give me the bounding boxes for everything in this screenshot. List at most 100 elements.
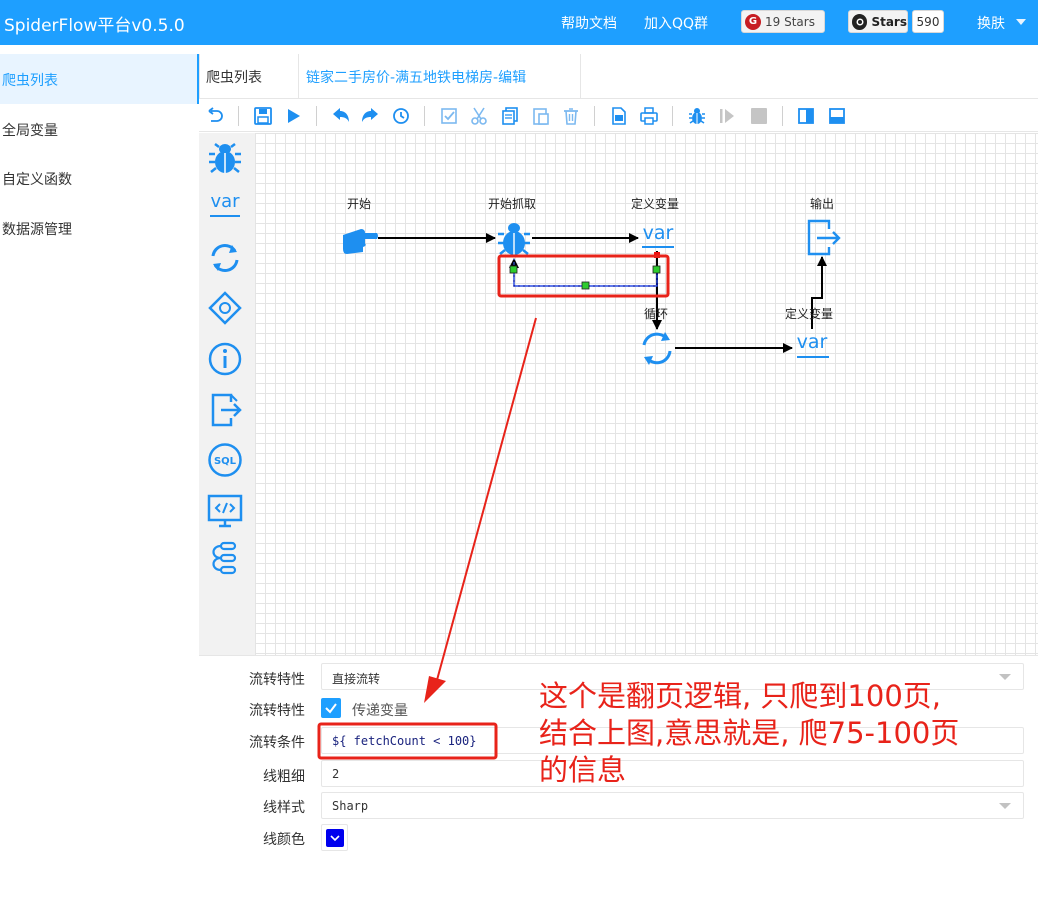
palette-condition[interactable] — [205, 288, 245, 328]
palette-variable[interactable]: var — [205, 185, 245, 225]
line-style-select[interactable]: Sharp — [321, 792, 1024, 819]
undo-arrow-icon[interactable] — [330, 105, 352, 127]
help-docs-link[interactable]: 帮助文档 — [561, 13, 617, 33]
tab-edit-spider[interactable]: 链家二手房价-满五地铁电梯房-编辑 — [306, 54, 581, 99]
sql-icon: SQL — [208, 443, 242, 477]
history-icon[interactable] — [390, 105, 412, 127]
brand-title[interactable]: SpiderFlow平台v0.5.0 — [4, 11, 185, 36]
cut-icon[interactable] — [468, 105, 490, 127]
palette-spider[interactable] — [205, 138, 245, 178]
pass-variable-checkbox[interactable] — [321, 698, 341, 718]
sidebar-item-datasource[interactable]: 数据源管理 — [0, 203, 199, 253]
print-icon[interactable] — [638, 105, 660, 127]
flow-canvas[interactable]: var var 开始 开始抓取 定义变量 输出 循环 定义变量 — [255, 133, 1038, 655]
select-all-icon[interactable] — [438, 105, 460, 127]
node-output[interactable] — [807, 219, 841, 256]
prop-label-condition: 流转条件 — [249, 735, 305, 751]
prop-label-line-width: 线粗细 — [263, 769, 305, 785]
github-stars-text: Stars — [871, 14, 907, 29]
join-qq-link[interactable]: 加入QQ群 — [644, 13, 708, 33]
toolbar-separator — [316, 106, 317, 126]
node-loop[interactable] — [642, 332, 672, 365]
spider-icon — [209, 143, 241, 173]
delete-icon[interactable] — [560, 105, 582, 127]
node-label-define-var: 定义变量 — [631, 197, 680, 211]
tab-label: 爬虫列表 — [206, 70, 262, 86]
variable-icon: var — [642, 222, 674, 248]
palette-output[interactable] — [205, 390, 245, 430]
palette-var-text: var — [210, 191, 240, 212]
toolbar-separator — [238, 106, 239, 126]
node-start[interactable] — [343, 229, 378, 254]
export-image-icon[interactable] — [608, 105, 630, 127]
sidebar-item-custom-functions[interactable]: 自定义函数 — [0, 153, 199, 203]
edge-handle[interactable] — [509, 265, 518, 274]
sidebar: 爬虫列表 全局变量 自定义函数 数据源管理 — [0, 54, 199, 905]
save-icon[interactable] — [252, 105, 274, 127]
gitee-stars-badge[interactable]: G 19 Stars — [741, 10, 825, 33]
annotation-note: 这个是翻页逻辑, 只爬到100页, 结合上图,意思就是, 爬75-100页 的信… — [539, 678, 1019, 789]
annotation-line: 结合上图,意思就是, 爬75-100页 — [539, 716, 960, 750]
gitee-stars-text: 19 Stars — [765, 14, 815, 29]
undo-icon[interactable] — [205, 105, 227, 127]
sidebar-item-label: 数据源管理 — [2, 222, 72, 238]
run-icon[interactable] — [282, 105, 304, 127]
palette-process[interactable] — [205, 538, 245, 578]
copy-icon[interactable] — [499, 105, 521, 127]
palette-loop[interactable] — [205, 238, 245, 278]
edge-handle[interactable] — [652, 265, 661, 274]
line-color-swatch — [325, 828, 344, 847]
redo-arrow-icon[interactable] — [359, 105, 381, 127]
paste-icon[interactable] — [530, 105, 552, 127]
node-var-text: var — [643, 222, 674, 244]
skin-menu[interactable]: 换肤 — [977, 13, 1005, 33]
edge-endpoint[interactable] — [654, 252, 660, 258]
app-root: SpiderFlow平台v0.5.0 帮助文档 加入QQ群 G 19 Stars… — [0, 0, 1038, 905]
loop-icon — [642, 332, 672, 365]
line-color-picker[interactable] — [321, 824, 348, 851]
output-icon — [211, 393, 242, 427]
code-icon — [207, 494, 243, 528]
sidebar-item-label: 爬虫列表 — [2, 73, 58, 89]
palette-code[interactable] — [205, 490, 245, 530]
sidebar-item-label: 自定义函数 — [2, 172, 72, 188]
pass-variable-label: 传递变量 — [352, 703, 408, 719]
stop-icon[interactable] — [748, 105, 770, 127]
panel-right-icon[interactable] — [795, 105, 817, 127]
transition-select-value: 直接流转 — [332, 672, 381, 686]
shape-palette: var SQL — [199, 133, 255, 655]
info-icon — [208, 342, 242, 376]
node-label-define-var-2: 定义变量 — [785, 307, 834, 321]
chevron-down-icon[interactable] — [1016, 19, 1026, 25]
annotation-line: 的信息 — [539, 753, 627, 787]
resume-icon[interactable] — [716, 105, 738, 127]
toolbar-separator — [672, 106, 673, 126]
output-icon — [807, 219, 841, 256]
top-header: SpiderFlow平台v0.5.0 帮助文档 加入QQ群 G 19 Stars… — [0, 0, 1038, 45]
sidebar-item-global-variables[interactable]: 全局变量 — [0, 104, 199, 154]
edge-handle[interactable] — [581, 281, 590, 290]
node-start-fetch[interactable] — [498, 223, 530, 255]
chevron-down-icon — [999, 803, 1011, 809]
prop-label-pass-var: 流转特性 — [249, 703, 305, 719]
palette-info[interactable] — [205, 339, 245, 379]
palette-sql[interactable]: SQL — [205, 440, 245, 480]
sidebar-item-spider-list[interactable]: 爬虫列表 — [0, 54, 199, 104]
github-stars-count[interactable]: 590 — [912, 10, 944, 33]
node-var2-text: var — [797, 331, 828, 353]
node-label-fetch: 开始抓取 — [488, 197, 537, 211]
palette-sql-text: SQL — [214, 456, 237, 467]
tab-spider-list[interactable]: 爬虫列表 — [199, 54, 299, 99]
loop-icon — [211, 244, 239, 272]
check-icon — [325, 703, 337, 714]
tab-label: 链家二手房价-满五地铁电梯房-编辑 — [306, 70, 527, 86]
tab-bar: 爬虫列表 链家二手房价-满五地铁电梯房-编辑 — [199, 54, 1038, 99]
node-label-output: 输出 — [810, 197, 835, 211]
debug-icon[interactable] — [686, 105, 708, 127]
panel-bottom-icon[interactable] — [826, 105, 848, 127]
node-define-var-2[interactable]: var — [797, 331, 829, 358]
node-define-var[interactable]: var — [642, 222, 674, 248]
github-icon — [852, 13, 868, 30]
process-icon — [212, 541, 237, 575]
github-stars-badge[interactable]: Stars — [848, 10, 908, 33]
